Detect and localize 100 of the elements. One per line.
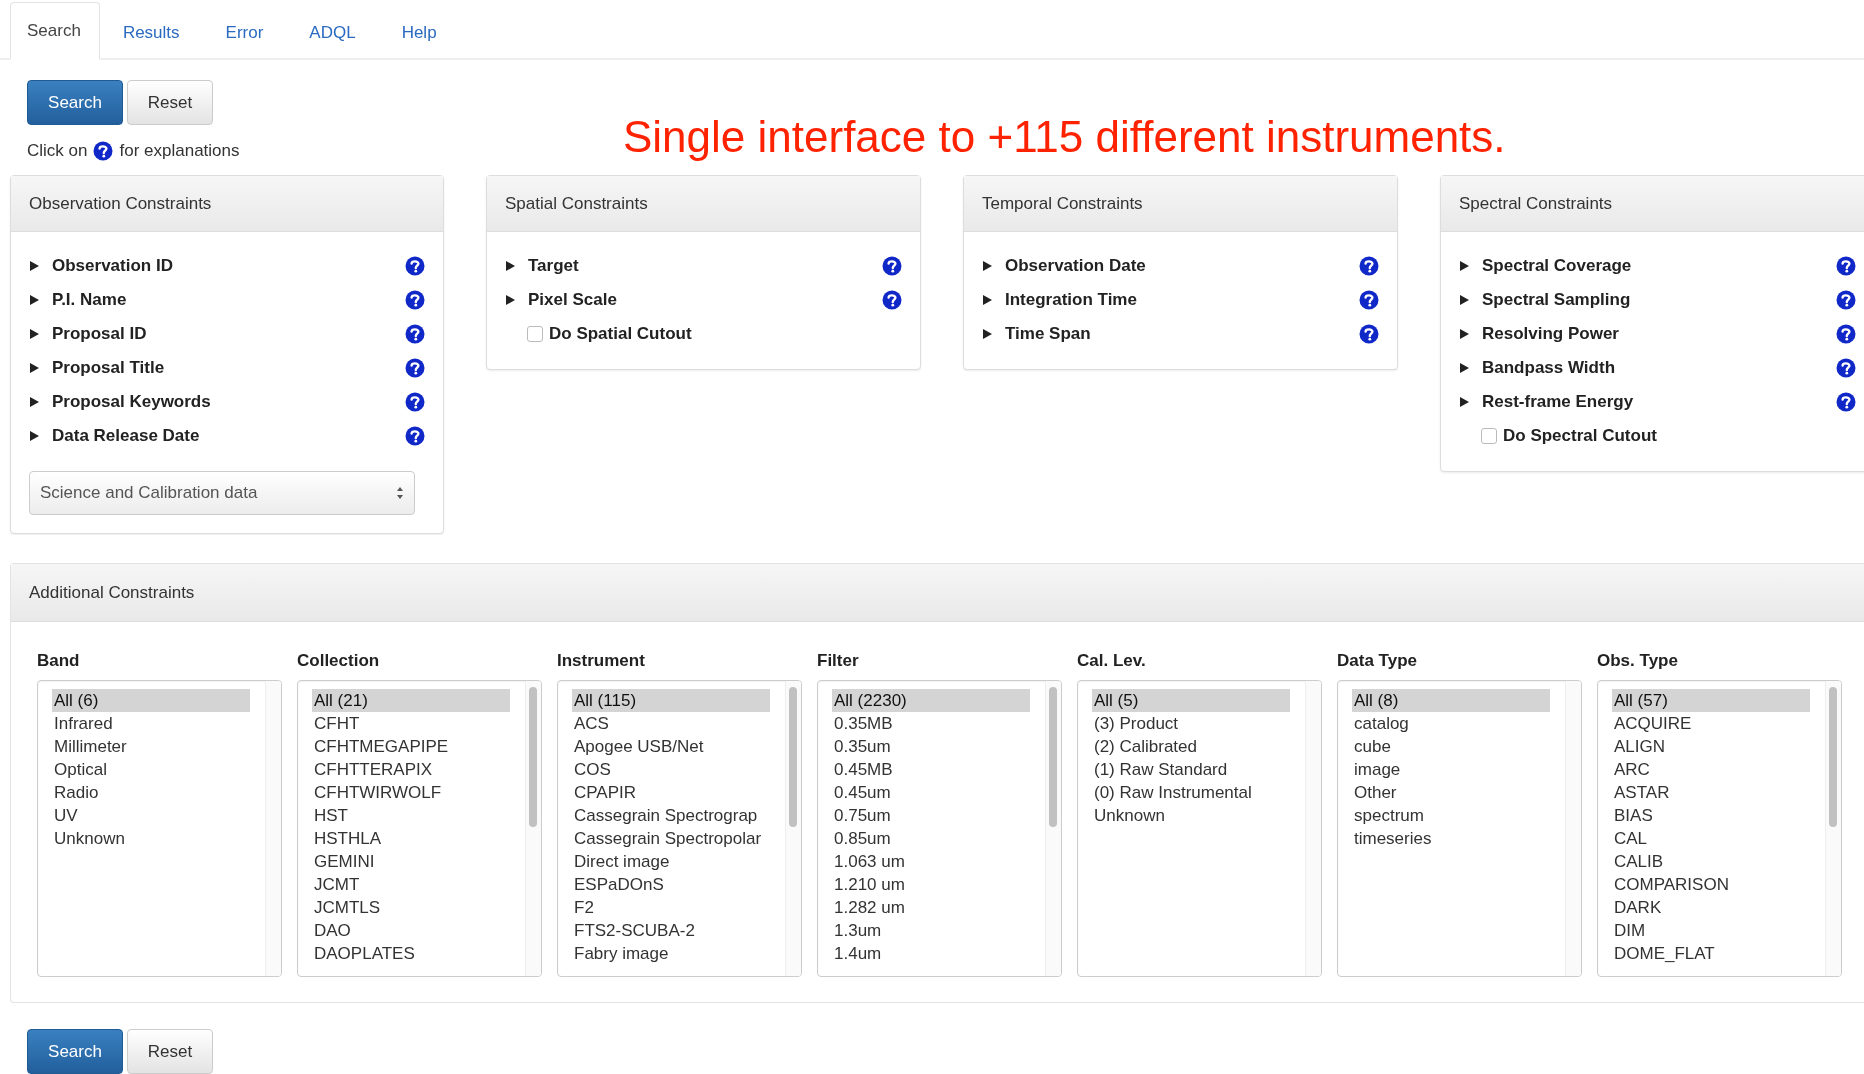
help-icon[interactable] — [1359, 290, 1379, 310]
constraint-label[interactable]: Proposal ID — [52, 324, 393, 344]
constraint-label[interactable]: Data Release Date — [52, 426, 393, 446]
list-option[interactable]: Apogee USB/Net — [572, 735, 770, 758]
expand-arrow-icon[interactable] — [982, 294, 993, 306]
list-option[interactable]: ASTAR — [1612, 781, 1810, 804]
expand-arrow-icon[interactable] — [29, 294, 40, 306]
tab[interactable]: Error — [202, 4, 287, 60]
tab[interactable]: Search — [10, 2, 100, 60]
constraint-label[interactable]: Observation ID — [52, 256, 393, 276]
list-option[interactable]: Fabry image — [572, 942, 770, 965]
listbox[interactable]: All (57) ACQUIRE ALIGN ARC ASTAR BIAS CAL CALIB COMPARISON DARK DIM DOME_FLAT — [1597, 680, 1842, 977]
list-option[interactable]: All (21) — [312, 689, 510, 712]
help-icon[interactable] — [882, 290, 902, 310]
data-select[interactable]: Science and Calibration data — [29, 471, 415, 515]
list-option[interactable]: CFHTTERAPIX — [312, 758, 510, 781]
list-option[interactable]: JCMTLS — [312, 896, 510, 919]
list-option[interactable]: (1) Raw Standard — [1092, 758, 1290, 781]
list-option[interactable]: DIM — [1612, 919, 1810, 942]
help-icon[interactable] — [405, 358, 425, 378]
constraint-label[interactable]: Pixel Scale — [528, 290, 870, 310]
list-option[interactable]: Optical — [52, 758, 250, 781]
list-option[interactable]: timeseries — [1352, 827, 1550, 850]
list-option[interactable]: ALIGN — [1612, 735, 1810, 758]
list-option[interactable]: All (115) — [572, 689, 770, 712]
help-icon[interactable] — [1836, 290, 1856, 310]
expand-arrow-icon[interactable] — [1459, 294, 1470, 306]
list-option[interactable]: DAOPLATES — [312, 942, 510, 965]
list-option[interactable]: HSTHLA — [312, 827, 510, 850]
listbox[interactable]: All (8) catalog cube image Other spectrum timeseries — [1337, 680, 1582, 977]
list-option[interactable]: 0.75um — [832, 804, 1030, 827]
list-option[interactable]: 1.3um — [832, 919, 1030, 942]
list-option[interactable]: 0.85um — [832, 827, 1030, 850]
select-arrows-icon[interactable] — [396, 486, 404, 500]
listbox[interactable]: All (2230) 0.35MB 0.35um 0.45MB 0.45um 0.75um 0.85um 1.063 um 1.210 um 1.282 um 1.3um 1.4um — [817, 680, 1062, 977]
reset-button[interactable]: Reset — [127, 80, 213, 125]
expand-arrow-icon[interactable] — [982, 328, 993, 340]
list-option[interactable]: All (57) — [1612, 689, 1810, 712]
list-option[interactable]: CFHT — [312, 712, 510, 735]
list-option[interactable]: ARC — [1612, 758, 1810, 781]
help-icon[interactable] — [405, 426, 425, 446]
checkbox[interactable] — [527, 326, 543, 342]
constraint-label[interactable]: Proposal Title — [52, 358, 393, 378]
help-icon[interactable] — [1359, 256, 1379, 276]
expand-arrow-icon[interactable] — [1459, 260, 1470, 272]
list-option[interactable]: catalog — [1352, 712, 1550, 735]
help-icon[interactable] — [405, 256, 425, 276]
list-option[interactable]: ACS — [572, 712, 770, 735]
expand-arrow-icon[interactable] — [1459, 362, 1470, 374]
list-option[interactable]: UV — [52, 804, 250, 827]
list-option[interactable]: CALIB — [1612, 850, 1810, 873]
scrollbar[interactable] — [525, 681, 541, 976]
help-icon[interactable] — [1836, 324, 1856, 344]
list-option[interactable]: 1.063 um — [832, 850, 1030, 873]
list-option[interactable]: 1.210 um — [832, 873, 1030, 896]
help-icon[interactable] — [405, 392, 425, 412]
list-option[interactable]: CFHTWIRWOLF — [312, 781, 510, 804]
scrollbar[interactable] — [785, 681, 801, 976]
scrollbar[interactable] — [1825, 681, 1841, 976]
constraint-label[interactable]: Spectral Sampling — [1482, 290, 1824, 310]
list-option[interactable]: Cassegrain Spectrograp — [572, 804, 770, 827]
checkbox[interactable] — [1481, 428, 1497, 444]
list-option[interactable]: (0) Raw Instrumental — [1092, 781, 1290, 804]
expand-arrow-icon[interactable] — [505, 260, 516, 272]
list-option[interactable]: spectrum — [1352, 804, 1550, 827]
constraint-label[interactable]: Time Span — [1005, 324, 1347, 344]
list-option[interactable]: ESPaDOnS — [572, 873, 770, 896]
constraint-label[interactable]: Bandpass Width — [1482, 358, 1824, 378]
list-option[interactable]: HST — [312, 804, 510, 827]
list-option[interactable]: (2) Calibrated — [1092, 735, 1290, 758]
listbox[interactable]: All (6) Infrared Millimeter Optical Radio UV Unknown — [37, 680, 282, 977]
list-option[interactable]: All (8) — [1352, 689, 1550, 712]
constraint-label[interactable]: Resolving Power — [1482, 324, 1824, 344]
list-option[interactable]: Millimeter — [52, 735, 250, 758]
list-option[interactable]: DAO — [312, 919, 510, 942]
list-option[interactable]: JCMT — [312, 873, 510, 896]
list-option[interactable]: COS — [572, 758, 770, 781]
expand-arrow-icon[interactable] — [29, 396, 40, 408]
scrollbar[interactable] — [1305, 681, 1321, 976]
list-option[interactable]: 0.35um — [832, 735, 1030, 758]
list-option[interactable]: 1.282 um — [832, 896, 1030, 919]
list-option[interactable]: 0.35MB — [832, 712, 1030, 735]
scrollbar[interactable] — [265, 681, 281, 976]
help-icon[interactable] — [1836, 392, 1856, 412]
expand-arrow-icon[interactable] — [982, 260, 993, 272]
expand-arrow-icon[interactable] — [29, 430, 40, 442]
expand-arrow-icon[interactable] — [29, 260, 40, 272]
list-option[interactable]: BIAS — [1612, 804, 1810, 827]
list-option[interactable]: F2 — [572, 896, 770, 919]
list-option[interactable]: COMPARISON — [1612, 873, 1810, 896]
expand-arrow-icon[interactable] — [1459, 328, 1470, 340]
constraint-label[interactable]: Rest-frame Energy — [1482, 392, 1824, 412]
list-option[interactable]: ACQUIRE — [1612, 712, 1810, 735]
list-option[interactable]: Other — [1352, 781, 1550, 804]
help-icon[interactable] — [93, 141, 114, 161]
help-icon[interactable] — [405, 324, 425, 344]
list-option[interactable]: CAL — [1612, 827, 1810, 850]
constraint-label[interactable]: P.I. Name — [52, 290, 393, 310]
help-icon[interactable] — [1836, 358, 1856, 378]
tab[interactable]: Results — [99, 4, 203, 60]
